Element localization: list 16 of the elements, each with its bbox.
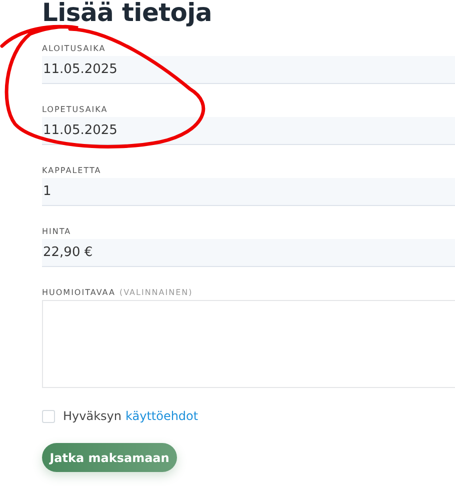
continue-button[interactable]: Jatka maksamaan [42,443,177,472]
page-title: Lisää tietoja [42,0,213,29]
input-field[interactable]: 11.05.2025 [42,56,455,84]
field-label: HUOMIOITAVAA [42,288,116,297]
input-field[interactable]: 11.05.2025 [42,117,455,145]
input-field[interactable]: 22,90 € [42,239,455,267]
terms-label: Hyväksyn [63,409,122,423]
field-label: ALOITUSAIKA [42,44,106,53]
text-area[interactable] [42,300,455,388]
optional-hint: (VALINNAINEN) [119,288,193,297]
field-label: KAPPALETTA [42,166,102,175]
input-field[interactable]: 1 [42,178,455,206]
checkbox[interactable] [42,410,55,422]
field-label: HINTA [42,227,72,236]
terms-link[interactable]: käyttöehdot [126,409,198,423]
field-label: LOPETUSAIKA [42,105,108,114]
